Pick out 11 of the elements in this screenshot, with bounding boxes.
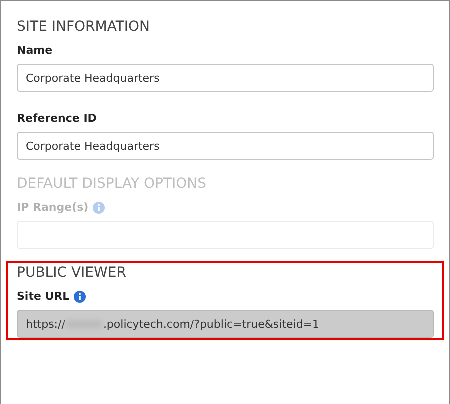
input-field[interactable]: https:// .policytech.com/?public=true&siteid=1 (17, 310, 434, 338)
info-icon[interactable] (74, 290, 86, 302)
section-title: DEFAULT DISPLAY OPTIONS (17, 176, 208, 192)
input-field[interactable]: Corporate Headquarters (17, 64, 434, 92)
field-label: Site URL (17, 290, 70, 303)
section-title: PUBLIC VIEWER (17, 265, 128, 281)
field-label: Reference ID (17, 112, 97, 125)
input-field[interactable]: Corporate Headquarters (17, 132, 434, 160)
field-label: Name (17, 44, 53, 57)
field-label: IP Range(s) (17, 201, 89, 214)
section-title: SITE INFORMATION (17, 19, 152, 35)
